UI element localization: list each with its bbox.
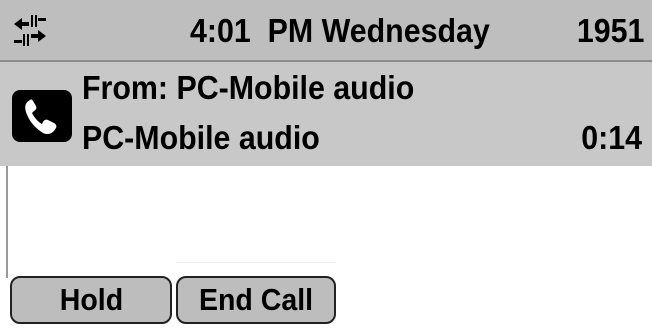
network-transfer-icon	[14, 15, 46, 46]
hold-button[interactable]: Hold	[10, 276, 172, 324]
softkey-divider	[176, 262, 336, 263]
end-call-button[interactable]: End Call	[176, 276, 336, 324]
hold-button-label: Hold	[59, 282, 123, 317]
end-call-button-label: End Call	[198, 282, 314, 317]
active-call-panel[interactable]: From: PC-Mobile audio PC-Mobile audio 0:…	[0, 62, 652, 166]
status-time: 4:01 PM Wednesday	[190, 12, 490, 49]
softkey-bar: Hold End Call	[0, 262, 652, 328]
caller-name: PC-Mobile audio	[82, 119, 320, 156]
phone-handset-icon	[12, 90, 72, 142]
call-from-label: From: PC-Mobile audio	[82, 69, 415, 106]
status-bar: 4:01 PM Wednesday 1951	[0, 0, 652, 62]
call-duration: 0:14	[581, 119, 642, 156]
phone-display: 4:01 PM Wednesday 1951 From: PC-Mobile a…	[0, 0, 652, 328]
extension-number: 1951	[576, 12, 644, 49]
